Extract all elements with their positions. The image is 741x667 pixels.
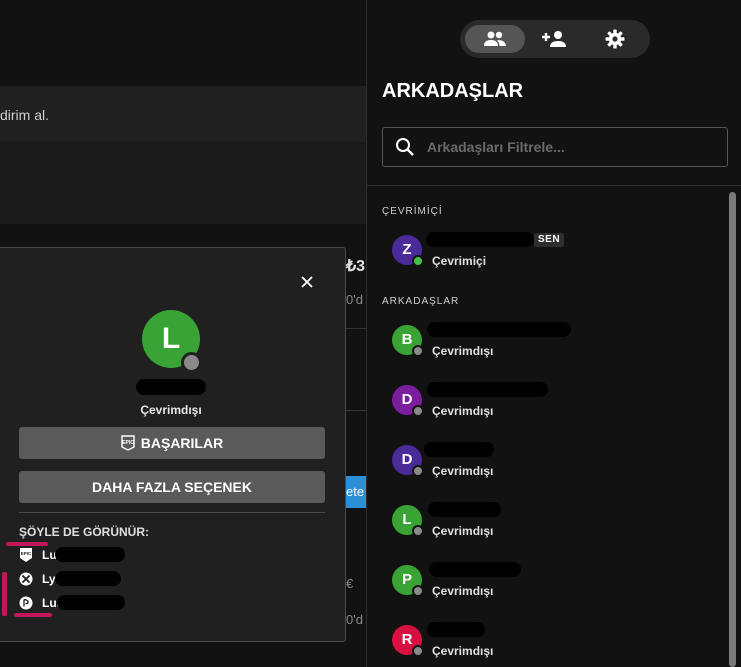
status-indicator	[412, 585, 424, 597]
background-header	[0, 0, 366, 86]
online-section-label: ÇEVRİMİÇİ	[382, 206, 443, 217]
playstation-icon	[19, 596, 33, 610]
xbox-icon	[19, 572, 33, 586]
redacted-username	[426, 232, 534, 247]
panel-tabs	[460, 20, 650, 58]
divider	[19, 512, 325, 513]
epic-games-icon: EPIC	[20, 548, 32, 562]
friend-status: Çevrimdışı	[432, 404, 494, 418]
divider	[367, 185, 741, 186]
tab-add-friend[interactable]	[525, 25, 585, 53]
close-icon	[301, 276, 313, 288]
friend-status: Çevrimdışı	[432, 584, 494, 598]
redacted-username	[424, 442, 494, 457]
friends-section-label: ARKADAŞLAR	[382, 296, 460, 307]
friend-item[interactable]: D Çevrimdışı	[382, 382, 712, 426]
promo-text: dirim al.	[0, 107, 50, 123]
status-indicator	[412, 405, 424, 417]
achievements-label: BAŞARILAR	[140, 435, 224, 451]
redacted-account-name	[55, 571, 121, 586]
annotation-mark	[14, 613, 52, 617]
friend-item[interactable]: R Çevrimdışı	[382, 622, 712, 666]
tab-settings[interactable]	[585, 25, 645, 53]
friend-item[interactable]: P Çevrimdışı	[382, 562, 712, 606]
redacted-account-name	[55, 547, 125, 562]
friend-item[interactable]: B Çevrimdışı	[382, 322, 712, 366]
status-indicator	[412, 525, 424, 537]
annotation-mark	[6, 542, 48, 546]
friend-status: Çevrimdışı	[432, 464, 494, 478]
status-indicator	[412, 645, 424, 657]
gear-icon	[605, 29, 625, 49]
friend-item[interactable]: L Çevrimdışı	[382, 502, 712, 546]
redacted-account-name	[57, 595, 125, 610]
friends-panel: ARKADAŞLAR ÇEVRİMİÇİ Z SEN Çevrimiçi ARK…	[366, 0, 741, 667]
panel-title: ARKADAŞLAR	[382, 80, 524, 102]
you-badge: SEN	[534, 233, 565, 247]
redacted-username	[427, 322, 571, 337]
symbol-fragment: €	[346, 576, 354, 591]
divider	[346, 328, 366, 329]
tab-friends[interactable]	[465, 25, 525, 53]
search-input[interactable]	[425, 136, 719, 158]
status-indicator	[181, 352, 202, 373]
friend-status: Çevrimdışı	[432, 344, 494, 358]
epic-games-icon: EPIC	[121, 435, 135, 451]
annotation-mark	[2, 572, 7, 616]
redacted-username	[427, 622, 485, 637]
svg-text:EPIC: EPIC	[21, 551, 32, 556]
redacted-username	[136, 379, 206, 395]
text-fragment: 0'd	[346, 292, 363, 307]
price-fragment: ₺3	[346, 258, 366, 275]
profile-status: Çevrimdışı	[140, 403, 202, 417]
text-fragment: 0'd	[346, 612, 363, 627]
add-friend-icon	[542, 31, 566, 47]
friends-icon	[484, 31, 506, 46]
friend-item[interactable]: D Çevrimdışı	[382, 442, 712, 486]
redacted-username	[428, 502, 501, 517]
more-options-button[interactable]: DAHA FAZLA SEÇENEK	[19, 471, 325, 503]
search-icon	[396, 138, 414, 156]
background-button[interactable]: ete	[346, 476, 366, 508]
friend-status: Çevrimiçi	[432, 254, 487, 268]
profile-modal: L Çevrimdışı EPIC BAŞARILAR DAHA FAZLA SE…	[0, 247, 346, 642]
close-button[interactable]	[299, 274, 315, 290]
svg-text:EPIC: EPIC	[122, 440, 134, 446]
also-known-as-title: ŞÖYLE DE GÖRÜNÜR:	[19, 525, 150, 539]
scrollbar[interactable]	[729, 192, 736, 667]
friend-item-self[interactable]: Z SEN Çevrimiçi	[382, 232, 712, 276]
friend-status: Çevrimdışı	[432, 524, 494, 538]
promo-banner: dirim al.	[0, 86, 366, 142]
redacted-username	[427, 382, 548, 397]
status-indicator	[412, 345, 424, 357]
redacted-username	[429, 562, 521, 577]
divider	[346, 410, 366, 411]
friend-status: Çevrimdışı	[432, 644, 494, 658]
account-name: Ly	[42, 572, 56, 586]
background-section	[0, 142, 366, 224]
friend-search[interactable]	[382, 127, 728, 167]
status-indicator	[412, 255, 424, 267]
achievements-button[interactable]: EPIC BAŞARILAR	[19, 427, 325, 459]
status-indicator	[412, 465, 424, 477]
